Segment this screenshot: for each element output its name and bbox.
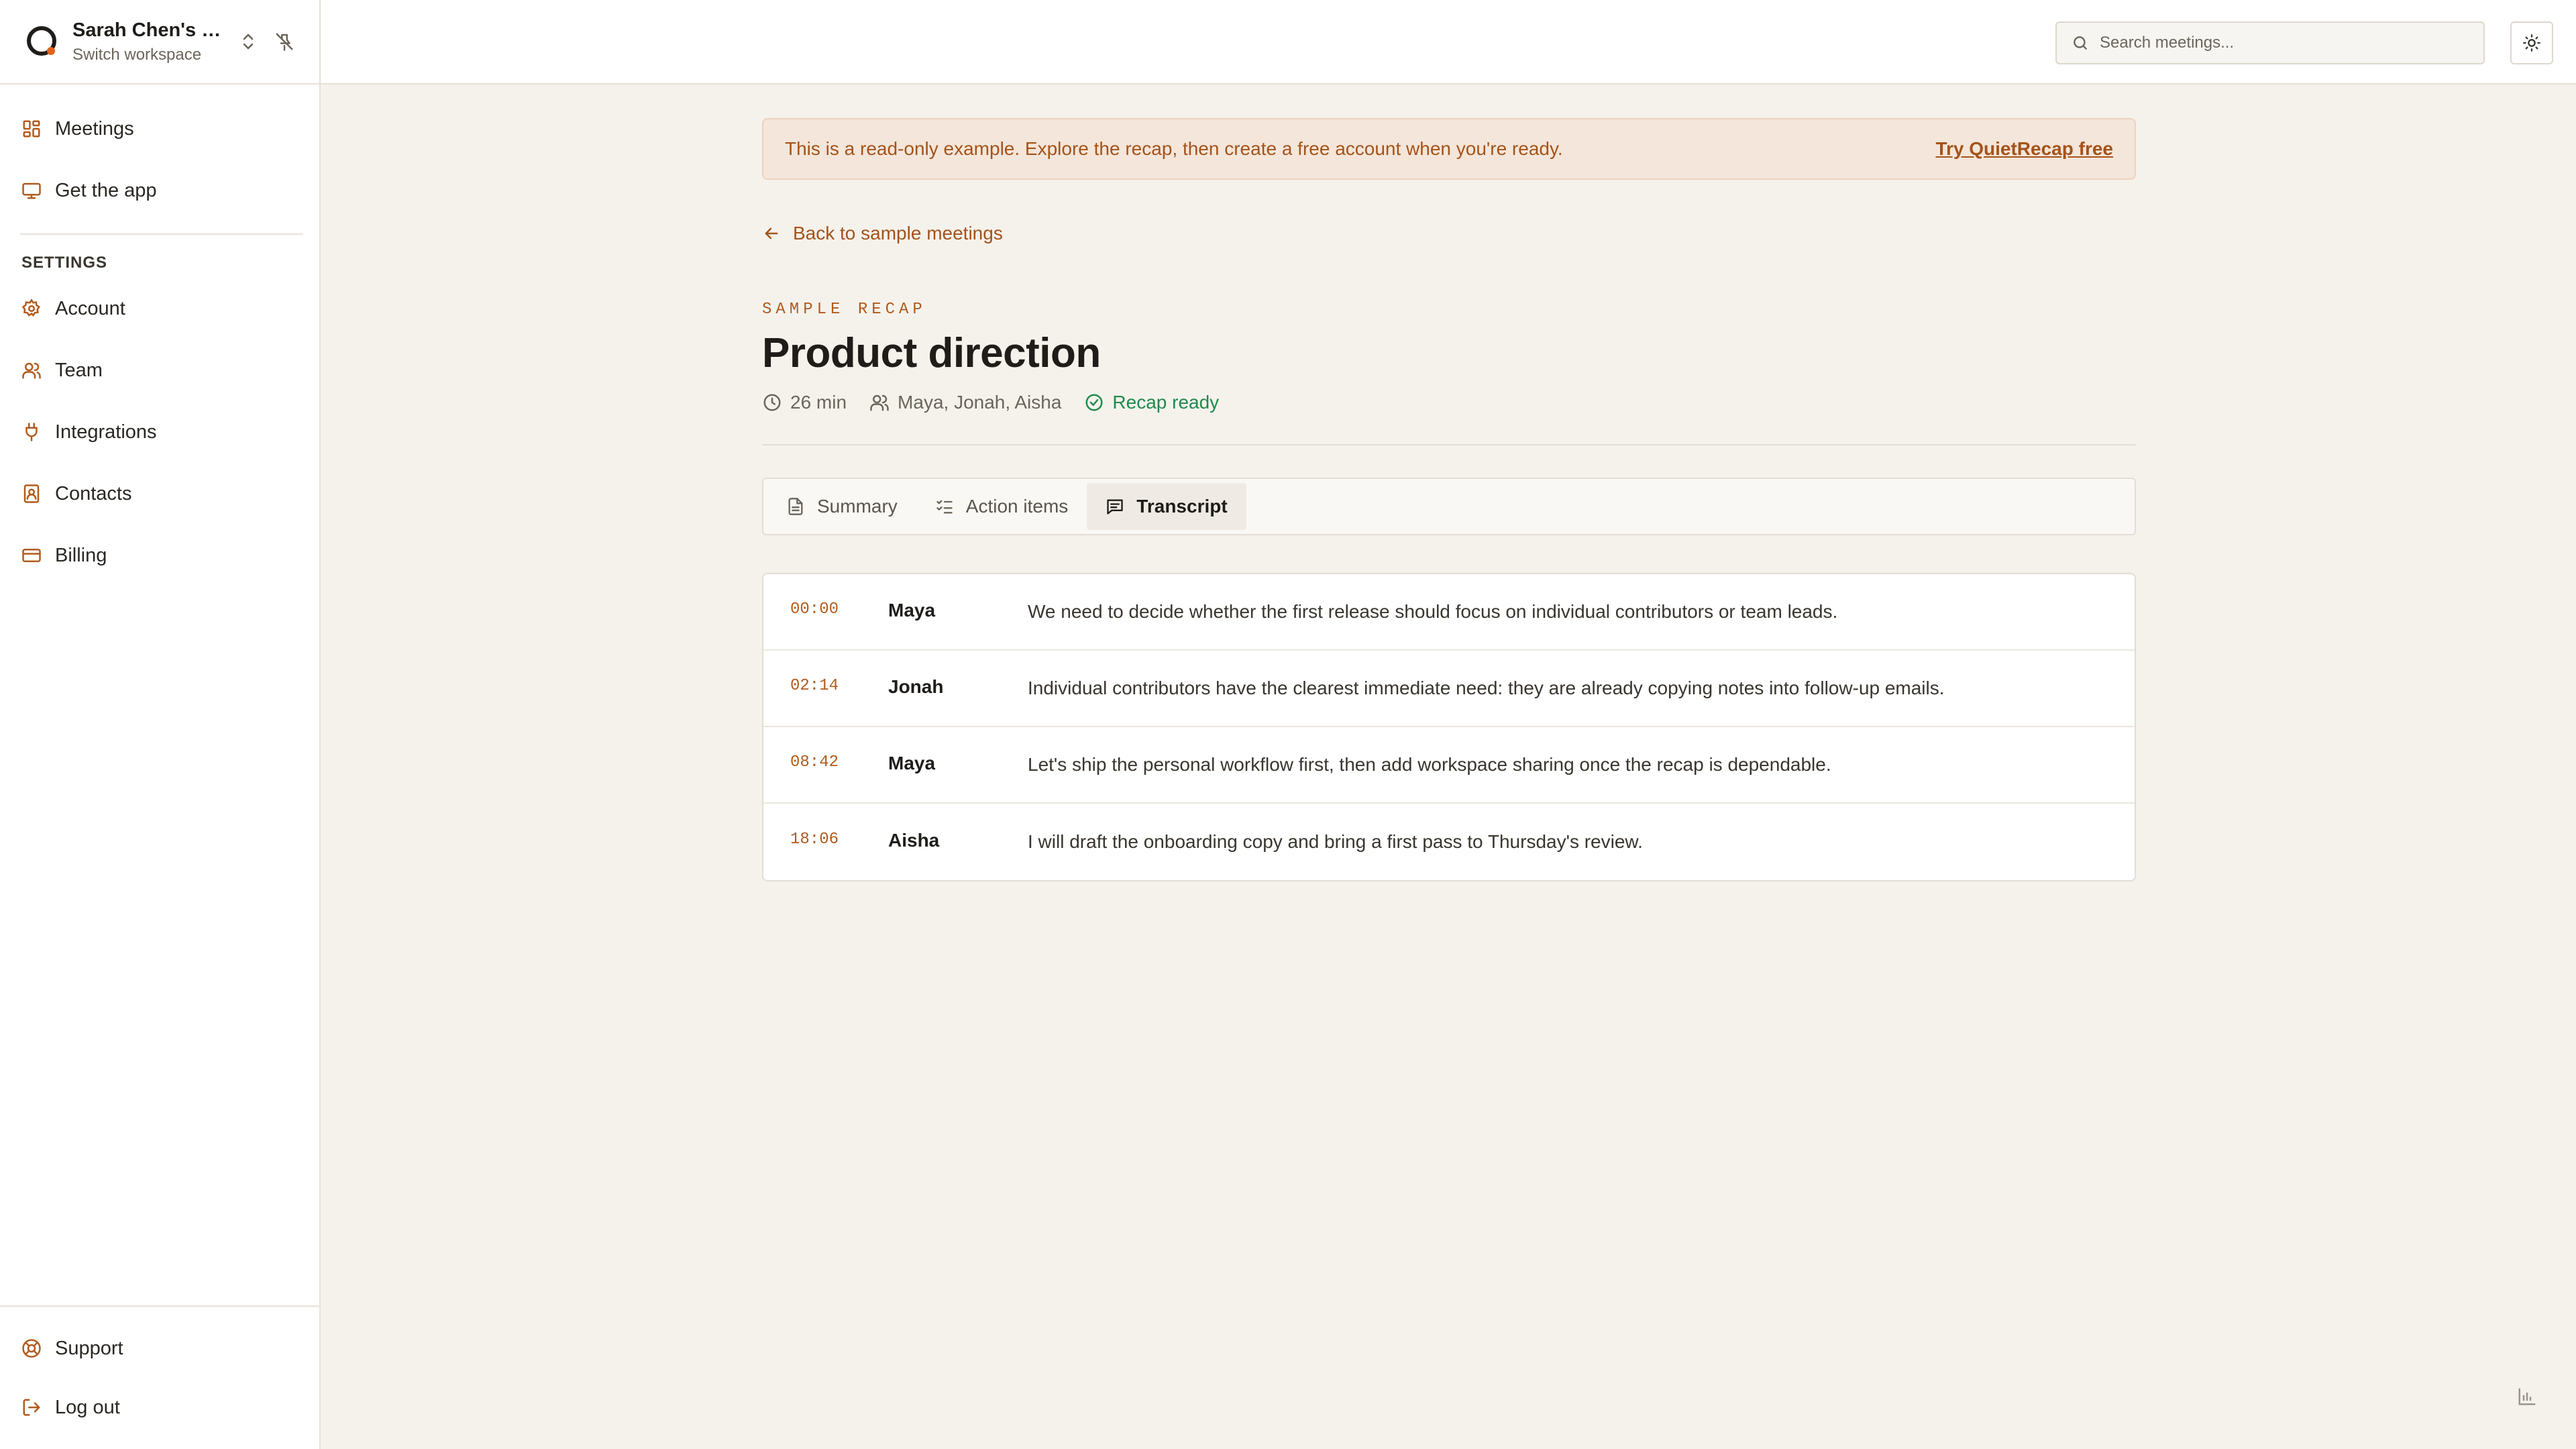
sidebar-item-contacts[interactable]: Contacts <box>0 463 319 525</box>
transcript-list: 00:00 Maya We need to decide whether the… <box>762 573 2136 881</box>
settings-heading: SETTINGS <box>21 254 108 272</box>
workspace-switcher[interactable]: Sarah Chen's W... Switch workspace <box>0 0 319 85</box>
speaker-name: Maya <box>888 753 936 773</box>
transcript-text: I will draft the onboarding copy and bri… <box>1028 831 1643 852</box>
recap-tabs: Summary Action items Transcript <box>762 478 2136 535</box>
sidebar-item-get-the-app[interactable]: Get the app <box>0 160 319 221</box>
speaker-name: Maya <box>888 600 936 621</box>
bar-chart-icon[interactable] <box>2517 1387 2537 1410</box>
search-box[interactable] <box>2055 21 2485 64</box>
sidebar-item-integrations[interactable]: Integrations <box>0 401 319 463</box>
transcript-row: 18:06 Aisha I will draft the onboarding … <box>763 804 2135 880</box>
tab-summary[interactable]: Summary <box>767 483 916 530</box>
timestamp[interactable]: 08:42 <box>790 753 888 771</box>
search-icon <box>2074 36 2087 50</box>
participants: Maya, Jonah, Aisha <box>869 392 1061 413</box>
speaker-name: Aisha <box>888 830 940 851</box>
sidebar-item-support[interactable]: Support <box>0 1319 319 1378</box>
transcript-row: 08:42 Maya Let's ship the personal workf… <box>763 727 2135 804</box>
sidebar-item-billing[interactable]: Billing <box>0 525 319 586</box>
arrow-left-icon <box>765 227 778 239</box>
read-only-banner: This is a read-only example. Explore the… <box>762 118 2136 180</box>
transcript-row: 00:00 Maya We need to decide whether the… <box>763 574 2135 651</box>
sidebar-item-label: Meetings <box>55 117 134 140</box>
sidebar-item-label: Billing <box>55 544 107 566</box>
grid-icon <box>23 120 40 138</box>
eyebrow-label: SAMPLE RECAP <box>762 301 926 319</box>
tab-label: Transcript <box>1136 496 1228 517</box>
sidebar-item-meetings[interactable]: Meetings <box>0 98 319 160</box>
workspace-name: Sarah Chen's W... <box>72 19 227 41</box>
sidebar-item-label: Contacts <box>55 482 132 504</box>
duration: 26 min <box>762 392 847 413</box>
theme-toggle-button[interactable] <box>2510 21 2553 64</box>
users-icon <box>870 394 889 411</box>
sidebar-item-account[interactable]: Account <box>0 278 319 339</box>
transcript-row: 02:14 Jonah Individual contributors have… <box>763 651 2135 727</box>
workspace-logo-icon <box>24 23 60 60</box>
status-badge: Recap ready <box>1084 392 1219 413</box>
transcript-text: Let's ship the personal workflow first, … <box>1028 754 1831 775</box>
sidebar-item-log-out[interactable]: Log out <box>0 1378 319 1437</box>
status-value: Recap ready <box>1112 392 1220 413</box>
sidebar-item-label: Log out <box>55 1396 120 1418</box>
participants-value: Maya, Jonah, Aisha <box>898 392 1062 413</box>
nav-divider <box>20 233 303 235</box>
unpin-icon[interactable] <box>271 28 298 55</box>
credit-card-icon <box>22 549 41 562</box>
tab-label: Summary <box>817 496 898 517</box>
meeting-meta: 26 min Maya, Jonah, Aisha Recap ready <box>762 392 2136 413</box>
sidebar-item-label: Team <box>55 359 103 381</box>
page-title: Product direction <box>762 330 1101 376</box>
lifebuoy-icon <box>22 1339 41 1358</box>
header-divider <box>762 444 2136 445</box>
sidebar-item-label: Integrations <box>55 421 157 443</box>
back-link[interactable]: Back to sample meetings <box>762 223 2136 244</box>
switch-workspace-label: Switch workspace <box>72 45 202 64</box>
banner-message: This is a read-only example. Explore the… <box>785 138 1563 159</box>
timestamp[interactable]: 18:06 <box>790 830 888 849</box>
search-input[interactable] <box>2100 34 2475 52</box>
chevron-up-down-icon[interactable] <box>235 28 262 55</box>
try-free-link[interactable]: Try QuietRecap free <box>1935 138 2113 160</box>
main-nav: Meetings Get the app SETTINGS Account Te… <box>0 85 319 586</box>
logout-icon <box>23 1399 40 1416</box>
sidebar-item-label: Support <box>55 1337 123 1359</box>
clock-icon <box>763 394 781 411</box>
plug-icon <box>25 423 38 441</box>
duration-value: 26 min <box>790 392 847 413</box>
sidebar-footer: Support Log out <box>0 1305 319 1449</box>
sidebar: Sarah Chen's W... Switch workspace Meeti… <box>0 0 321 1449</box>
tab-transcript[interactable]: Transcript <box>1087 483 1246 530</box>
sidebar-item-team[interactable]: Team <box>0 339 319 401</box>
message-lines-icon <box>1107 499 1123 515</box>
speaker-name: Jonah <box>888 676 944 697</box>
document-icon <box>788 498 803 515</box>
tab-label: Action items <box>965 496 1069 517</box>
sun-icon <box>2523 34 2540 52</box>
check-circle-icon <box>1085 394 1103 411</box>
timestamp[interactable]: 02:14 <box>790 677 888 695</box>
monitor-icon <box>22 182 41 199</box>
tab-action-items[interactable]: Action items <box>916 483 1087 530</box>
top-bar <box>321 0 2576 85</box>
transcript-text: We need to decide whether the first rele… <box>1028 601 1838 622</box>
sidebar-item-label: Get the app <box>55 179 157 201</box>
contact-book-icon <box>23 484 40 503</box>
users-icon <box>22 362 41 379</box>
checklist-icon <box>936 500 953 514</box>
gear-icon <box>21 299 40 317</box>
transcript-text: Individual contributors have the cleares… <box>1028 678 1945 698</box>
back-link-label: Back to sample meetings <box>793 223 1003 244</box>
sidebar-item-label: Account <box>55 297 125 319</box>
main-content: This is a read-only example. Explore the… <box>762 118 2136 881</box>
timestamp[interactable]: 00:00 <box>790 600 888 619</box>
